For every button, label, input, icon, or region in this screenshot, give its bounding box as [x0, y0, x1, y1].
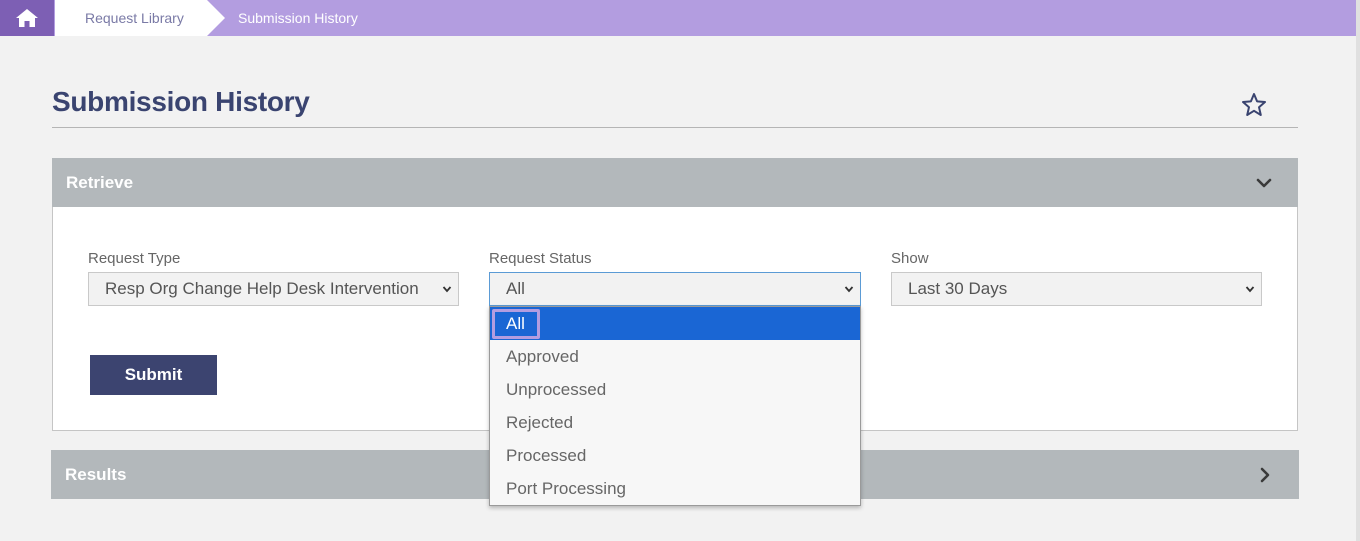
option-label: All	[506, 314, 525, 333]
show-label: Show	[891, 250, 929, 267]
status-option-processed[interactable]: Processed	[490, 439, 860, 472]
show-value: Last 30 Days	[908, 279, 1008, 298]
request-type-select[interactable]: Resp Org Change Help Desk Intervention	[88, 272, 459, 306]
chevron-right-icon[interactable]	[1257, 467, 1273, 483]
status-option-rejected[interactable]: Rejected	[490, 406, 860, 439]
star-icon[interactable]	[1240, 91, 1268, 119]
breadcrumb-separator	[207, 0, 225, 36]
status-option-approved[interactable]: Approved	[490, 340, 860, 373]
request-status-dropdown: All Approved Unprocessed Rejected Proces…	[489, 306, 861, 506]
home-icon	[16, 9, 38, 27]
request-type-label: Request Type	[88, 250, 181, 267]
breadcrumb-submission-history: Submission History	[238, 10, 358, 26]
status-option-all[interactable]: All	[490, 307, 860, 340]
results-title: Results	[65, 465, 127, 484]
request-status-label: Request Status	[489, 250, 592, 267]
title-divider	[52, 127, 1298, 128]
status-option-port-processing[interactable]: Port Processing	[490, 472, 860, 505]
chevron-down-icon	[442, 286, 452, 293]
breadcrumb-bar: Request Library Submission History	[0, 0, 1356, 36]
retrieve-title: Retrieve	[66, 173, 134, 192]
retrieve-panel-header[interactable]: Retrieve	[52, 158, 1298, 207]
request-status-select[interactable]: All	[489, 272, 861, 306]
request-status-value: All	[506, 279, 525, 298]
chevron-down-icon	[1245, 286, 1255, 293]
request-type-value: Resp Org Change Help Desk Intervention	[105, 279, 419, 298]
chevron-down-icon[interactable]	[1256, 175, 1272, 191]
chevron-down-icon	[844, 286, 854, 293]
scrollbar[interactable]	[1356, 0, 1360, 541]
status-option-unprocessed[interactable]: Unprocessed	[490, 373, 860, 406]
page-title: Submission History	[52, 86, 310, 117]
breadcrumb-request-library[interactable]: Request Library	[55, 0, 207, 36]
submit-button[interactable]: Submit	[90, 355, 217, 395]
show-select[interactable]: Last 30 Days	[891, 272, 1262, 306]
home-button[interactable]	[0, 0, 54, 36]
